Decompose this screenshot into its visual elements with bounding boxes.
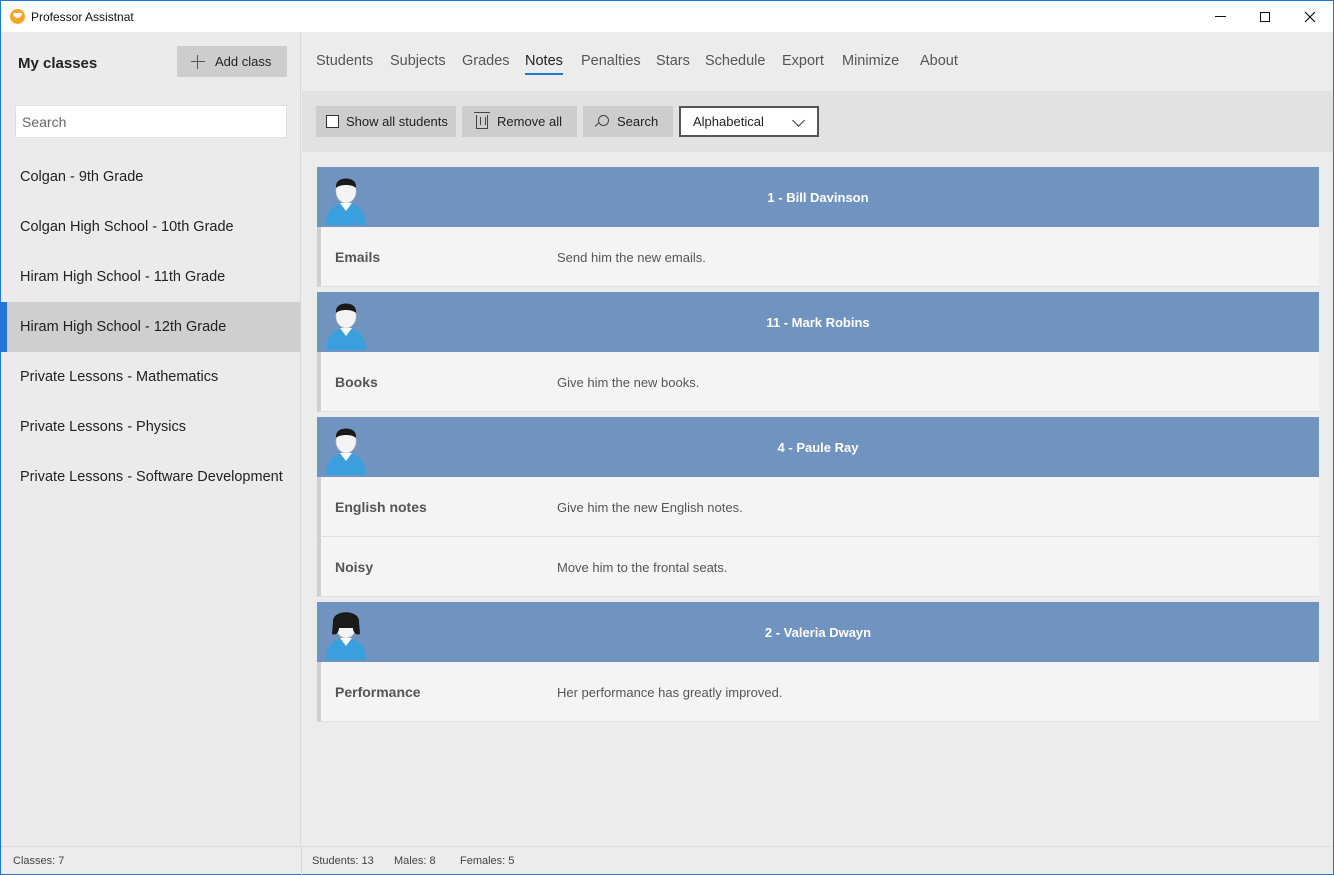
minimize-button[interactable] (1197, 1, 1243, 32)
tab-schedule[interactable]: Schedule (705, 53, 765, 73)
tab-subjects[interactable]: Subjects (390, 53, 446, 73)
tab-stars[interactable]: Stars (656, 53, 690, 73)
status-females: Females: 5 (460, 855, 515, 867)
note-row[interactable]: Books Give him the new books. (317, 352, 1319, 412)
note-text: Her performance has greatly improved. (557, 685, 783, 700)
title-bar: Professor Assistnat (1, 1, 1333, 32)
app-window: Professor Assistnat My classes Add class… (0, 0, 1334, 875)
male-avatar-icon (322, 419, 370, 475)
class-list-item[interactable]: Private Lessons - Software Development (1, 452, 301, 502)
class-list-item[interactable]: Private Lessons - Mathematics (1, 352, 301, 402)
toolbar: Show all students Remove all Search Alph… (302, 91, 1333, 152)
note-title: Noisy (335, 559, 374, 575)
nav-tabs: Students Subjects Grades Notes Penalties Star… (302, 32, 1333, 91)
add-class-label: Add class (215, 54, 272, 69)
student-header[interactable]: 2 - Valeria Dwayn (317, 602, 1319, 662)
remove-all-label: Remove all (497, 114, 563, 129)
status-bar: Classes: 7 Students: 13 Males: 8 Females… (1, 846, 1333, 875)
class-list-item[interactable]: Colgan - 9th Grade (1, 152, 301, 202)
note-text: Send him the new emails. (557, 250, 706, 265)
close-icon (1304, 11, 1316, 22)
notes-list: 1 - Bill Davinson Emails Send him the new … (317, 167, 1319, 722)
student-header[interactable]: 11 - Mark Robins (317, 292, 1319, 352)
student-name: 2 - Valeria Dwayn (764, 624, 872, 640)
tab-export[interactable]: Export (782, 53, 824, 73)
status-divider (301, 847, 302, 875)
sidebar: My classes Add class Colgan - 9th GradeC… (1, 32, 301, 846)
add-class-button[interactable]: Add class (177, 46, 287, 77)
trash-icon (474, 111, 490, 129)
search-button[interactable]: Search (583, 106, 673, 137)
minimize-icon (1214, 16, 1226, 17)
remove-all-button[interactable]: Remove all (462, 106, 577, 137)
note-title: Books (335, 374, 378, 390)
class-list: Colgan - 9th Grade Colgan High School - 1… (1, 152, 301, 502)
search-icon (595, 114, 609, 129)
search-label: Search (617, 114, 659, 129)
sidebar-header: My classes Add class (1, 32, 301, 91)
male-avatar-icon (322, 169, 370, 225)
show-all-students-toggle[interactable]: Show all students (316, 106, 456, 137)
chevron-down-icon (792, 114, 805, 127)
sidebar-heading: My classes (18, 55, 98, 72)
sort-order-select[interactable]: Alphabetical (679, 106, 819, 137)
maximize-icon (1260, 11, 1270, 22)
note-title: English notes (335, 499, 427, 515)
note-row[interactable]: Emails Send him the new emails. (317, 227, 1319, 287)
graduation-cap-icon (10, 9, 25, 24)
close-button[interactable] (1287, 1, 1333, 32)
female-avatar-icon (322, 604, 370, 660)
student-name: 11 - Mark Robins (766, 314, 870, 330)
status-students: Students: 13 (312, 855, 374, 867)
student-header[interactable]: 4 - Paule Ray (317, 417, 1319, 477)
note-text: Give him the new English notes. (557, 500, 743, 515)
class-list-item[interactable]: Private Lessons - Physics (1, 402, 301, 452)
student-name: 1 - Bill Davinson (767, 189, 869, 205)
student-name: 4 - Paule Ray (777, 439, 859, 455)
maximize-button[interactable] (1242, 1, 1288, 32)
tab-notes[interactable]: Notes (525, 53, 563, 75)
tab-grades[interactable]: Grades (462, 53, 510, 73)
class-search-input[interactable] (15, 105, 287, 138)
class-list-item[interactable]: Hiram High School - 12th Grade (1, 302, 301, 352)
show-all-checkbox[interactable] (326, 115, 339, 128)
note-row[interactable]: English notes Give him the new English no… (317, 477, 1319, 537)
note-row[interactable]: Performance Her performance has greatly i… (317, 662, 1319, 722)
student-header[interactable]: 1 - Bill Davinson (317, 167, 1319, 227)
tab-about[interactable]: About (920, 53, 958, 73)
status-classes: Classes: 7 (13, 855, 65, 867)
status-males: Males: 8 (394, 855, 436, 867)
class-list-item[interactable]: Colgan High School - 10th Grade (1, 202, 301, 252)
note-row[interactable]: Noisy Move him to the frontal seats. (317, 537, 1319, 597)
main-panel: Students Subjects Grades Notes Penalties Star… (302, 32, 1333, 846)
class-list-item[interactable]: Hiram High School - 11th Grade (1, 252, 301, 302)
male-avatar-icon (322, 294, 370, 350)
note-text: Move him to the frontal seats. (557, 560, 728, 575)
tab-penalties[interactable]: Penalties (581, 53, 641, 73)
window-title: Professor Assistnat (31, 10, 134, 24)
note-title: Performance (335, 684, 421, 700)
show-all-label: Show all students (346, 114, 448, 129)
tab-students[interactable]: Students (316, 53, 373, 73)
sort-value: Alphabetical (693, 114, 764, 129)
note-text: Give him the new books. (557, 375, 700, 390)
note-title: Emails (335, 249, 381, 265)
tab-minimize[interactable]: Minimize (842, 53, 899, 73)
plus-icon (191, 54, 205, 69)
